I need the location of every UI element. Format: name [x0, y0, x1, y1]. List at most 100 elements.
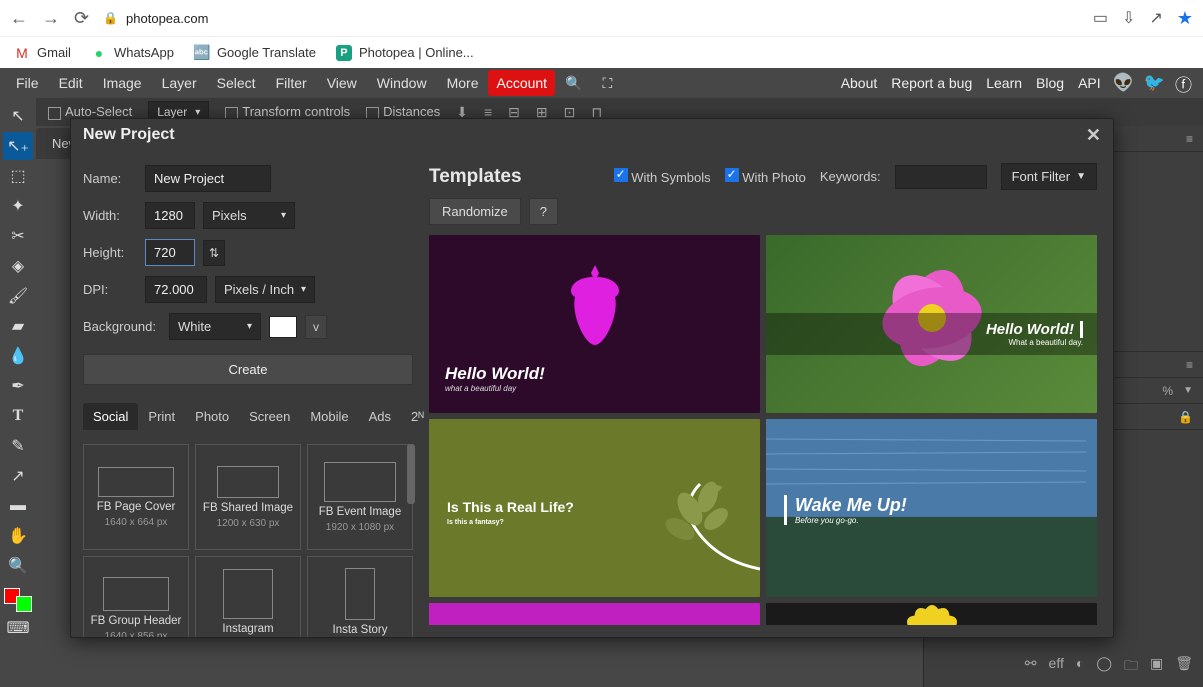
facebook-icon[interactable]: ⓕ [1170, 71, 1197, 96]
color-swatches[interactable] [4, 588, 32, 612]
keywords-input[interactable] [895, 165, 987, 189]
wand-tool[interactable]: ✦ [3, 192, 33, 220]
swap-dimensions-button[interactable]: ⇅ [203, 240, 225, 266]
menu-view[interactable]: View [317, 69, 367, 97]
template-item[interactable]: Hello World!What a beautiful day. [766, 235, 1097, 413]
link-report-bug[interactable]: Report a bug [884, 69, 979, 97]
forward-button[interactable]: → [42, 8, 60, 29]
width-input[interactable] [145, 202, 195, 229]
panel-menu-icon-2[interactable]: ≡ [1186, 358, 1193, 372]
link-about[interactable]: About [834, 69, 885, 97]
artboard-tool[interactable]: ↖₊ [3, 132, 33, 160]
preset-item[interactable]: FB Event Image 1920 x 1080 px [307, 444, 413, 550]
tab-photo[interactable]: Photo [185, 403, 239, 430]
eraser-tool[interactable]: ▰ [3, 312, 33, 340]
preset-item[interactable]: Insta Story 1080 x 1920 px [307, 556, 413, 637]
menu-more[interactable]: More [437, 69, 489, 97]
move-tool[interactable]: ↖ [3, 102, 33, 130]
v-button[interactable]: v [305, 315, 327, 339]
menu-layer[interactable]: Layer [152, 69, 207, 97]
chevron-down-icon[interactable]: ▼ [1183, 385, 1193, 396]
template-item[interactable] [429, 603, 760, 625]
menu-file[interactable]: File [6, 69, 49, 97]
preset-dim: 1640 x 856 px [105, 631, 168, 638]
tab-print[interactable]: Print [138, 403, 185, 430]
menu-window[interactable]: Window [367, 69, 437, 97]
dpi-input[interactable] [145, 276, 207, 303]
font-filter-button[interactable]: Font Filter▼ [1001, 163, 1097, 190]
tab-screen[interactable]: Screen [239, 403, 300, 430]
link-layer-icon[interactable]: ⚯ [1025, 655, 1037, 679]
bg-select[interactable]: White▾ [169, 313, 261, 340]
new-layer-icon[interactable]: ▣ [1150, 655, 1163, 679]
with-symbols-check[interactable]: With Symbols [614, 168, 711, 185]
pen-tool[interactable]: ✒ [3, 372, 33, 400]
clipboard-icon[interactable]: ▭ [1093, 8, 1108, 28]
bookmark-star-icon[interactable]: ★ [1177, 8, 1193, 29]
share-icon[interactable]: ↗ [1149, 8, 1162, 28]
hand-tool[interactable]: ✋ [3, 522, 33, 550]
address-bar[interactable]: 🔒 photopea.com [103, 11, 208, 26]
link-learn[interactable]: Learn [979, 69, 1029, 97]
menu-edit[interactable]: Edit [49, 69, 93, 97]
reload-button[interactable]: ⟳ [74, 8, 89, 29]
close-icon[interactable]: ✕ [1086, 125, 1101, 146]
crop-tool[interactable]: ✂ [3, 222, 33, 250]
menu-account[interactable]: Account [488, 70, 555, 96]
dpi-units-select[interactable]: Pixels / Inch▾ [215, 276, 315, 303]
tab-mobile[interactable]: Mobile [300, 403, 358, 430]
path-tool[interactable]: ↗ [3, 462, 33, 490]
preset-item[interactable]: FB Group Header 1640 x 856 px [83, 556, 189, 637]
height-input[interactable] [145, 239, 195, 266]
twitter-icon[interactable]: 🐦 [1139, 73, 1170, 93]
back-button[interactable]: ← [10, 8, 28, 29]
link-api[interactable]: API [1071, 69, 1108, 97]
marquee-tool[interactable]: ⬚ [3, 162, 33, 190]
help-button[interactable]: ? [529, 198, 558, 225]
healing-tool[interactable]: ✎ [3, 432, 33, 460]
install-icon[interactable]: ⇩ [1122, 8, 1135, 28]
preset-item[interactable]: FB Page Cover 1640 x 664 px [83, 444, 189, 550]
bg-color-swatch[interactable] [269, 316, 297, 338]
with-photo-check[interactable]: With Photo [725, 168, 806, 185]
brush-tool[interactable]: 🖌 [3, 282, 33, 310]
bookmark-gmail[interactable]: MGmail [14, 45, 71, 61]
template-item[interactable]: Hello World!what a beautiful day [429, 235, 760, 413]
shape-tool[interactable]: ▬ [3, 492, 33, 520]
effects-icon[interactable]: eff [1049, 655, 1064, 679]
template-item[interactable]: Is This a Real Life?Is this a fantasy? [429, 419, 760, 597]
template-item[interactable]: Wake Me Up!Before you go-go. [766, 419, 1097, 597]
preset-item[interactable]: Instagram 1080 x 1080 px [195, 556, 301, 637]
create-button[interactable]: Create [83, 354, 413, 385]
keyboard-icon[interactable]: ⌨ [3, 614, 33, 642]
templates-panel: Templates With Symbols With Photo Keywor… [425, 151, 1113, 637]
link-blog[interactable]: Blog [1029, 69, 1071, 97]
randomize-button[interactable]: Randomize [429, 198, 521, 225]
menu-filter[interactable]: Filter [266, 69, 317, 97]
name-input[interactable] [145, 165, 271, 192]
folder-icon[interactable]: 🗀 [1124, 655, 1138, 679]
bookmark-translate[interactable]: 🔤Google Translate [194, 45, 316, 61]
bookmark-whatsapp[interactable]: ●WhatsApp [91, 45, 174, 61]
eyedropper-tool[interactable]: ◈ [3, 252, 33, 280]
preset-scrollbar[interactable] [407, 444, 415, 504]
reddit-icon[interactable]: 👽 [1108, 73, 1139, 93]
panel-menu-icon[interactable]: ≡ [1186, 132, 1193, 146]
preset-item[interactable]: FB Shared Image 1200 x 630 px [195, 444, 301, 550]
mask-icon[interactable]: ◐ [1076, 655, 1084, 679]
fullscreen-icon[interactable]: ⛶ [593, 69, 623, 98]
template-item[interactable] [766, 603, 1097, 625]
tab-ads[interactable]: Ads [359, 403, 401, 430]
width-units-select[interactable]: Pixels▾ [203, 202, 295, 229]
search-icon[interactable]: 🔍 [555, 69, 592, 98]
blur-tool[interactable]: 💧 [3, 342, 33, 370]
type-tool[interactable]: T [3, 402, 33, 430]
trash-icon[interactable]: 🗑 [1175, 655, 1193, 679]
tab-social[interactable]: Social [83, 403, 138, 430]
zoom-tool[interactable]: 🔍 [3, 552, 33, 580]
bookmark-photopea[interactable]: PPhotopea | Online... [336, 45, 474, 61]
adjustment-icon[interactable]: ◯ [1096, 655, 1112, 679]
menu-image[interactable]: Image [93, 69, 152, 97]
lock-icon[interactable]: 🔒 [1178, 410, 1193, 424]
menu-select[interactable]: Select [207, 69, 266, 97]
